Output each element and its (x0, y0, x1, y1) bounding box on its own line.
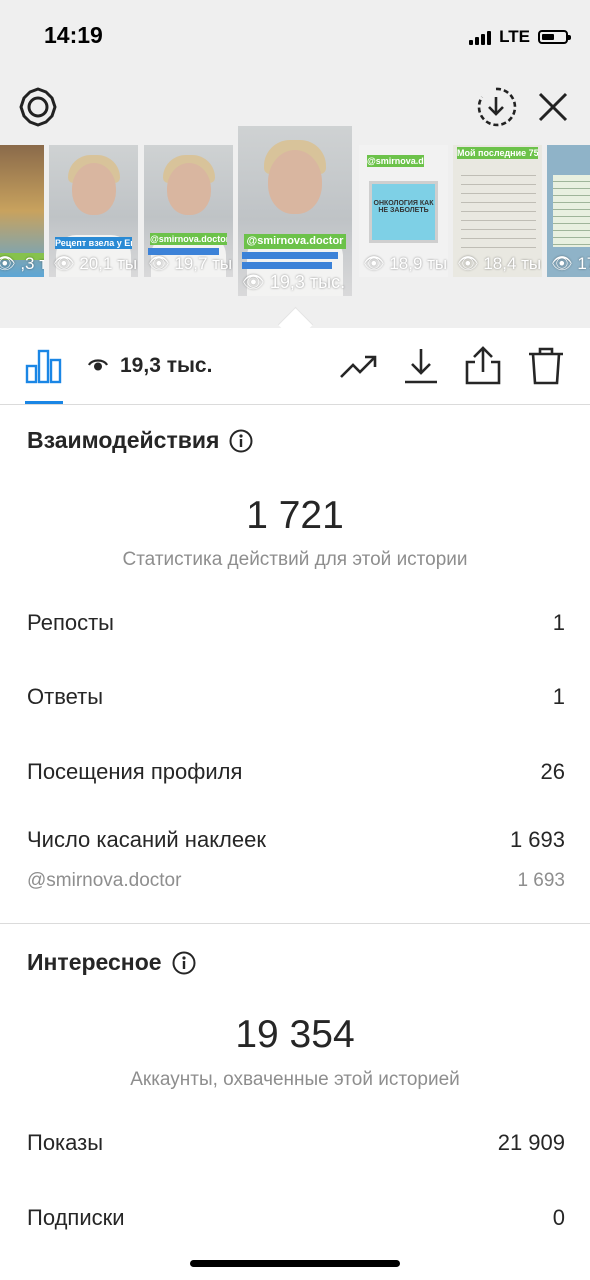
interactions-title: Взаимодействия (27, 427, 253, 454)
stat-label: Подписки (27, 1205, 125, 1230)
trash-icon[interactable] (526, 346, 566, 386)
battery-icon (538, 30, 571, 44)
stat-row-sticker-taps: Число касаний наклеек 1 693 (27, 827, 565, 853)
story-thumbnail[interactable]: @smirnova.doctor 👁 19,7 ты (144, 145, 233, 277)
discovery-total: 19 354 (235, 1013, 355, 1056)
stat-label: Ответы (27, 684, 104, 709)
info-icon[interactable] (229, 429, 253, 453)
discovery-title: Интересное (27, 949, 196, 976)
story-tag: @smirnova.doctor (244, 234, 346, 249)
stat-value: 21 909 (497, 1130, 565, 1155)
status-icons: LTE (469, 24, 571, 50)
story-views: 👁 17 (551, 254, 590, 273)
stat-row-replies: Ответы 1 (27, 684, 565, 710)
trending-icon[interactable] (338, 346, 378, 386)
story-views: 👁 20,1 ты (53, 254, 138, 273)
stories-header: 14:19 LTE 👁 ,3 ты Рецепт взела у Екатери… (0, 0, 590, 328)
sticker-mention-value: 1 693 (517, 870, 565, 891)
story-toolbar: 19,3 тыс. (0, 328, 590, 405)
stat-label: Посещения профиля (27, 759, 243, 784)
status-time: 14:19 (44, 22, 103, 48)
stat-row-reposts: Репосты 1 (27, 610, 565, 636)
story-views: 👁 19,7 ты (148, 254, 233, 273)
story-tag: Мой последние 75 минут (457, 147, 538, 159)
share-icon[interactable] (463, 346, 503, 386)
section-divider (0, 923, 590, 924)
interactions-title-text: Взаимодействия (27, 427, 220, 453)
story-thumbnail[interactable]: 👁 17 (547, 145, 590, 277)
story-tag: @smirnova.doctor (150, 233, 227, 245)
close-icon[interactable] (534, 88, 572, 126)
sticker-mention-label: @smirnova.doctor (27, 870, 182, 891)
download-icon[interactable] (401, 346, 441, 386)
bar-chart-icon[interactable] (25, 348, 63, 384)
story-card-text: ОНКОЛОГИЯ КАК НЕ ЗАБОЛЕТЬ (373, 200, 434, 214)
story-thumbnail[interactable]: 👁 ,3 ты (0, 145, 44, 277)
story-views: 👁 19,3 тыс. (242, 272, 346, 292)
interactions-caption: Статистика действий для этой истории (122, 549, 468, 570)
network-label: LTE (499, 27, 530, 46)
info-icon[interactable] (172, 951, 196, 975)
story-views: 👁 18,4 ты (457, 254, 542, 273)
gear-icon[interactable] (17, 86, 59, 128)
stat-row-sticker-mention[interactable]: @smirnova.doctor 1 693 (27, 870, 565, 892)
stat-value: 1 (552, 684, 565, 709)
stat-label: Число касаний наклеек (27, 827, 266, 852)
stat-value: 1 693 (509, 827, 565, 852)
story-tag: @smirnova.doctor (367, 155, 424, 167)
story-thumbnail[interactable]: Мой последние 75 минут 👁 18,4 ты (453, 145, 542, 277)
story-tag: Рецепт взела у Екатерины (55, 237, 132, 249)
home-indicator[interactable] (190, 1260, 400, 1267)
stat-value: 1 (552, 610, 565, 635)
discovery-caption: Аккаунты, охваченные этой историей (130, 1069, 460, 1090)
story-thumbnail[interactable]: Рецепт взела у Екатерины 👁 20,1 ты (49, 145, 138, 277)
stat-row-follows: Подписки 0 (27, 1205, 565, 1231)
story-thumbnail-selected[interactable]: @smirnova.doctor 👁 19,3 тыс. (238, 126, 352, 296)
stat-label: Показы (27, 1130, 104, 1155)
tab-underline (25, 401, 63, 404)
stat-label: Репосты (27, 610, 114, 635)
discovery-title-text: Интересное (27, 949, 162, 975)
signal-icon (469, 29, 492, 45)
eye-icon (88, 359, 108, 371)
interactions-total: 1 721 (246, 494, 344, 537)
stat-value: 26 (540, 759, 565, 784)
story-views: 👁 18,9 ты (363, 254, 448, 273)
stat-value: 0 (552, 1205, 565, 1230)
stat-row-impressions: Показы 21 909 (27, 1130, 565, 1156)
story-views: 👁 ,3 ты (0, 254, 44, 273)
stat-row-profile-visits: Посещения профиля 26 (27, 759, 565, 785)
story-thumbnail[interactable]: @smirnova.doctor ОНКОЛОГИЯ КАК НЕ ЗАБОЛЕ… (359, 145, 448, 277)
download-circle-icon[interactable] (475, 86, 517, 128)
views-count: 19,3 тыс. (120, 354, 213, 377)
